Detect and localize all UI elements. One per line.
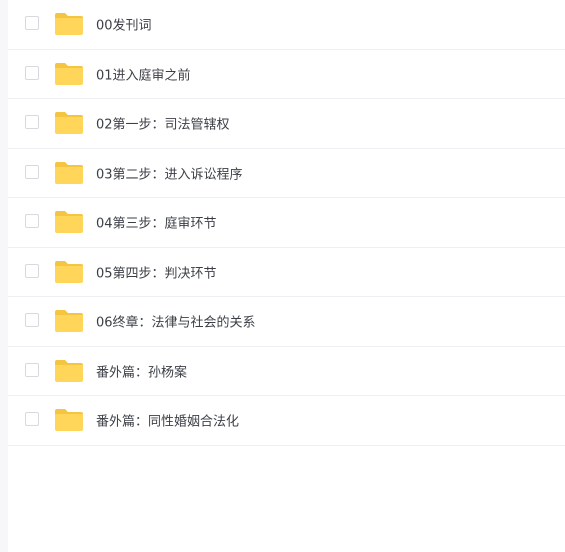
folder-icon — [55, 359, 83, 382]
list-item[interactable]: 02第一步：司法管辖权 — [8, 99, 565, 149]
list-item[interactable]: 05第四步：判决环节 — [8, 248, 565, 297]
list-item[interactable]: 01进入庭审之前 — [8, 50, 565, 99]
file-list-panel: 00发刊词 01进入庭审之前 02第一步：司法管辖权 03第二步：进入诉讼程序 … — [8, 0, 565, 552]
folder-icon — [55, 161, 83, 184]
folder-name[interactable]: 番外篇：同性婚姻合法化 — [96, 411, 239, 430]
row-checkbox[interactable] — [25, 164, 39, 179]
list-item[interactable]: 06终章：法律与社会的关系 — [8, 297, 565, 347]
row-checkbox[interactable] — [25, 412, 39, 427]
folder-icon — [55, 13, 83, 36]
list-item[interactable]: 00发刊词 — [8, 0, 565, 50]
row-checkbox[interactable] — [25, 115, 39, 130]
folder-name[interactable]: 05第四步：判决环节 — [96, 262, 217, 281]
row-checkbox[interactable] — [25, 263, 39, 278]
folder-icon — [55, 310, 83, 333]
folder-name[interactable]: 02第一步：司法管辖权 — [96, 114, 230, 133]
folder-name[interactable]: 06终章：法律与社会的关系 — [96, 312, 256, 331]
list-item[interactable]: 番外篇：同性婚姻合法化 — [8, 396, 565, 446]
file-list: 00发刊词 01进入庭审之前 02第一步：司法管辖权 03第二步：进入诉讼程序 … — [8, 0, 565, 446]
row-checkbox[interactable] — [25, 313, 39, 328]
row-checkbox[interactable] — [25, 65, 39, 80]
folder-icon — [55, 211, 83, 234]
row-checkbox[interactable] — [25, 214, 39, 229]
folder-icon — [55, 260, 83, 283]
row-checkbox[interactable] — [25, 362, 39, 377]
folder-name[interactable]: 00发刊词 — [96, 15, 152, 34]
list-item[interactable]: 03第二步：进入诉讼程序 — [8, 149, 565, 198]
list-item[interactable]: 04第三步：庭审环节 — [8, 198, 565, 248]
folder-icon — [55, 62, 83, 85]
row-checkbox[interactable] — [25, 16, 39, 31]
folder-icon — [55, 409, 83, 432]
folder-icon — [55, 112, 83, 135]
folder-name[interactable]: 番外篇：孙杨案 — [96, 361, 187, 380]
list-item[interactable]: 番外篇：孙杨案 — [8, 347, 565, 396]
folder-name[interactable]: 04第三步：庭审环节 — [96, 213, 217, 232]
folder-name[interactable]: 01进入庭审之前 — [96, 64, 191, 83]
folder-name[interactable]: 03第二步：进入诉讼程序 — [96, 163, 243, 182]
